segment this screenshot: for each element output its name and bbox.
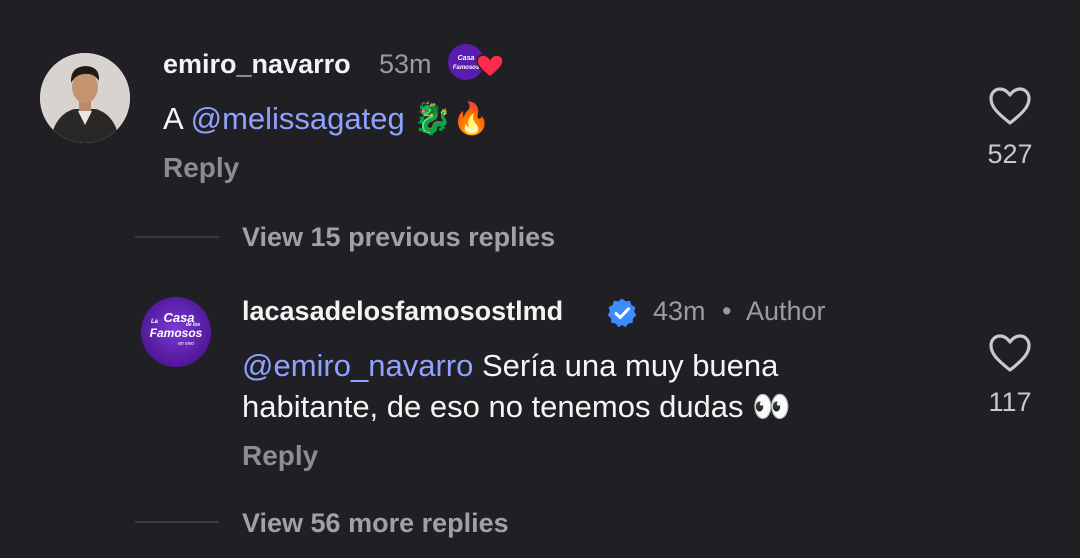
avatar[interactable] [40,53,130,143]
view-previous-replies-button[interactable]: View 15 previous replies [242,222,555,253]
comment-text-line1: Sería una muy buena [481,348,779,383]
logo-text-envivo: en vivo [178,341,194,347]
like-heart-icon[interactable] [988,333,1032,373]
mention-link[interactable]: @melissagateg [191,101,405,136]
separator-dot: • [722,296,732,326]
comment-timestamp: 43m [653,296,706,326]
comment-emojis: 👀 [752,389,791,425]
comment-text: A @melissagateg 🐉🔥 [163,98,491,140]
like-count: 117 [988,387,1032,417]
reply-button[interactable]: Reply [163,152,239,184]
comment-text-prefix: A [163,101,182,136]
creator-heart-badge: Casa Famosos [448,44,508,84]
mention-link[interactable]: @emiro_navarro [242,348,473,383]
logo-text-famosos: Famosos [150,326,203,340]
logo-text-casa: Casa [458,55,475,62]
view-more-replies-button[interactable]: View 56 more replies [242,508,509,539]
reply-button[interactable]: Reply [242,440,318,472]
brand-logo: La Casa de los Famosos en vivo [141,297,211,367]
like-heart-icon[interactable] [988,86,1032,126]
comment-username[interactable]: emiro_navarro [163,49,351,80]
logo-text-la: La [151,319,159,325]
avatar[interactable]: La Casa de los Famosos en vivo [141,297,211,367]
verified-badge-icon [607,298,637,328]
like-count: 527 [987,139,1033,169]
comment-text-line2: habitante, de eso no tenemos dudas [242,389,744,424]
comment-username[interactable]: lacasadelosfamosostlmd [242,296,563,327]
comment-text: @emiro_navarro Sería una muy buena habit… [242,345,962,428]
heart-icon-red [476,54,504,78]
replies-divider [135,236,219,238]
avatar-photo [40,53,130,143]
comment-timestamp: 53m [379,49,432,79]
comment-emojis: 🐉🔥 [413,101,491,137]
replies-divider [135,521,219,523]
author-label: Author [746,296,826,326]
